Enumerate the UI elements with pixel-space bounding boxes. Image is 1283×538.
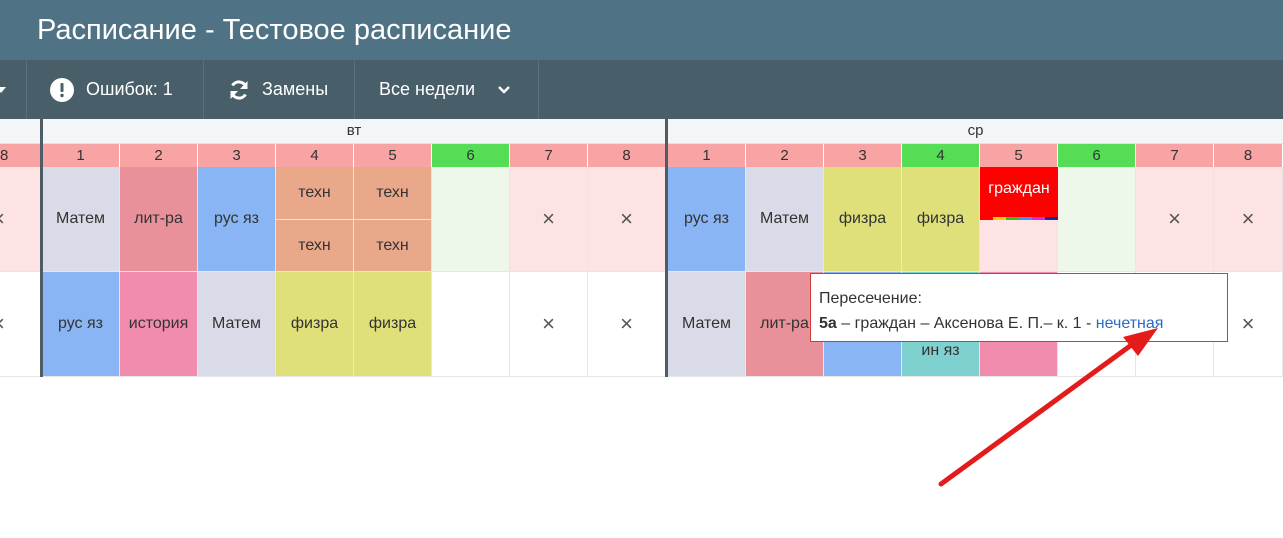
day-header-tuesday: вт [42, 119, 666, 144]
toolbar-divider [538, 60, 539, 119]
exclamation-circle-icon [50, 77, 74, 102]
lesson-cell[interactable]: физра [276, 272, 354, 377]
conflict-lesson-cell[interactable]: граждан [980, 167, 1058, 217]
empty-slot-mark: × [1241, 206, 1255, 231]
empty-slot-mark: × [0, 311, 5, 337]
chevron-down-icon [497, 85, 511, 95]
empty-slot[interactable]: × [588, 272, 666, 377]
caret-down-icon [0, 86, 6, 93]
lesson-cell[interactable]: физра [902, 167, 980, 272]
empty-slot-mark: × [620, 206, 633, 231]
errors-button[interactable]: Ошибок: 1 [50, 60, 173, 119]
toolbar-divider [26, 60, 27, 119]
tooltip-lesson-info: – граждан – Аксенова Е. П.– к. 1 - [836, 315, 1096, 332]
parity-link[interactable]: нечетная [1096, 315, 1164, 332]
lesson-cell[interactable]: рус яз [42, 272, 120, 377]
replacements-label: Замены [262, 79, 329, 99]
empty-slot[interactable]: × [1214, 167, 1283, 272]
week-parity-strip [980, 217, 1058, 220]
empty-slot-mark: × [542, 311, 555, 336]
lesson-cell[interactable]: Матем [668, 272, 746, 377]
lesson-cell[interactable]: техн [354, 220, 432, 272]
period-header: 2 [120, 144, 198, 167]
toolbar: Ошибок: 1 Замены Все недели [0, 60, 1283, 119]
lesson-cell[interactable]: физра [824, 167, 902, 272]
weeks-dropdown[interactable]: Все недели [379, 60, 511, 119]
period-header: 8 [0, 144, 41, 167]
empty-slot[interactable]: × [0, 272, 42, 377]
period-header: 8 [588, 144, 666, 167]
lesson-cell[interactable]: техн [276, 220, 354, 272]
period-header: 4 [902, 144, 980, 167]
empty-slot[interactable]: × [0, 167, 42, 272]
title-bar: Расписание - Тестовое расписание [0, 0, 1283, 60]
period-header: 3 [824, 144, 902, 167]
lesson-cell[interactable]: история [120, 272, 198, 377]
day-separator [665, 119, 668, 377]
empty-slot-mark: × [620, 311, 633, 336]
lesson-cell[interactable]: техн [276, 167, 354, 220]
period-header: 2 [746, 144, 824, 167]
lesson-cell[interactable]: рус яз [198, 167, 276, 272]
page-title: Расписание - Тестовое расписание [37, 14, 512, 46]
empty-slot-mark: × [0, 206, 5, 232]
free-slot[interactable] [1058, 167, 1136, 272]
weeks-label: Все недели [379, 79, 476, 99]
day-header-prev [0, 119, 42, 144]
tooltip-heading: Пересечение: [819, 290, 922, 307]
toolbar-divider [354, 60, 355, 119]
empty-slot[interactable]: × [588, 167, 666, 272]
lesson-cell[interactable]: физра [354, 272, 432, 377]
tooltip-class-name: 5а [819, 315, 837, 332]
empty-slot[interactable]: × [510, 167, 588, 272]
empty-slot-mark: × [542, 206, 555, 231]
period-header: 7 [510, 144, 588, 167]
refresh-icon [228, 79, 250, 101]
period-header: 5 [354, 144, 432, 167]
day-header-wednesday: ср [668, 119, 1283, 144]
empty-slot[interactable]: × [1136, 167, 1214, 272]
period-header: 5 [980, 144, 1058, 167]
lesson-cell[interactable]: Матем [746, 167, 824, 272]
lesson-cell[interactable]: Матем [42, 167, 120, 272]
period-header: 6 [1058, 144, 1136, 167]
period-header: 7 [1136, 144, 1214, 167]
lesson-cell[interactable]: техн [354, 167, 432, 220]
empty-slot-mark: × [1168, 206, 1181, 231]
empty-slot[interactable]: × [510, 272, 588, 377]
screen: Расписание - Тестовое расписание Ошибок:… [0, 0, 1283, 538]
period-header: 8 [1214, 144, 1283, 167]
empty-slot-mark: × [1241, 311, 1255, 336]
period-header: 3 [198, 144, 276, 167]
free-slot[interactable] [432, 272, 510, 377]
tooltip-details: 5а – граждан – Аксенова Е. П.– к. 1 - не… [819, 315, 1163, 332]
conflict-tooltip: Пересечение: 5а – граждан – Аксенова Е. … [810, 273, 1228, 342]
day-separator [40, 119, 43, 377]
lesson-cell[interactable]: рус яз [668, 167, 746, 272]
errors-label: Ошибок: 1 [86, 79, 173, 99]
lesson-cell[interactable]: лит-ра [120, 167, 198, 272]
free-slot[interactable] [432, 167, 510, 272]
toolbar-divider [203, 60, 204, 119]
period-header: 1 [668, 144, 746, 167]
period-header: 1 [42, 144, 120, 167]
period-header: 4 [276, 144, 354, 167]
replacements-button[interactable]: Замены [228, 60, 328, 119]
collapsed-dropdown[interactable] [0, 60, 6, 119]
lesson-cell[interactable]: Матем [198, 272, 276, 377]
period-header: 6 [432, 144, 510, 167]
